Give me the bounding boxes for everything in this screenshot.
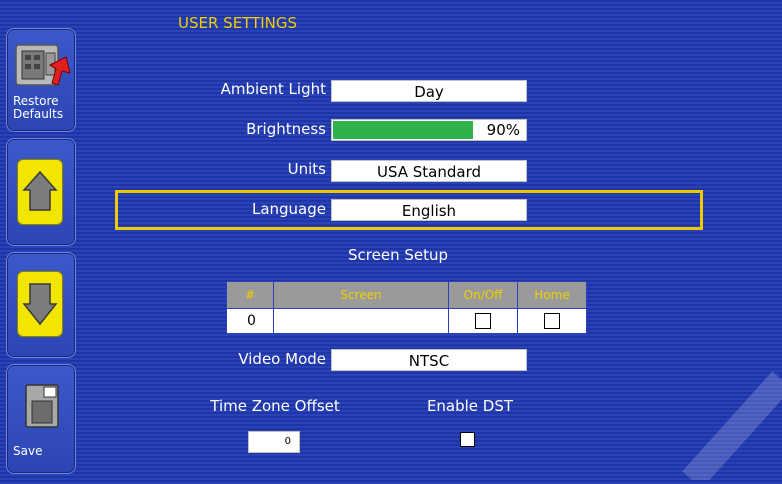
brightness-label: Brightness bbox=[246, 120, 326, 138]
watermark bbox=[632, 340, 782, 484]
sidebar: Restore Defaults Save bbox=[0, 0, 82, 480]
row-onoff-cell bbox=[448, 308, 518, 334]
video-mode-field[interactable]: NTSC bbox=[331, 349, 527, 371]
save-button[interactable]: Save bbox=[6, 364, 76, 474]
save-label: Save bbox=[13, 444, 43, 458]
on-off-checkbox[interactable] bbox=[475, 313, 491, 329]
screen-setup-table: # Screen On/Off Home 0 bbox=[226, 281, 587, 334]
table-row[interactable]: 0 bbox=[226, 308, 587, 334]
table-header-row: # Screen On/Off Home bbox=[226, 281, 587, 309]
row-screen[interactable] bbox=[273, 308, 449, 334]
time-zone-field[interactable]: 0 bbox=[248, 431, 300, 453]
restore-defaults-icon bbox=[15, 44, 71, 86]
brightness-slider[interactable]: 90% bbox=[331, 119, 527, 141]
time-zone-label: Time Zone Offset bbox=[210, 397, 340, 415]
brightness-fill bbox=[333, 121, 473, 139]
row-num: 0 bbox=[226, 308, 274, 334]
enable-dst-checkbox[interactable] bbox=[460, 432, 475, 447]
units-field[interactable]: USA Standard bbox=[331, 160, 527, 182]
col-home-header: Home bbox=[517, 281, 587, 309]
row-home-cell bbox=[517, 308, 587, 334]
arrow-up-icon bbox=[22, 170, 58, 211]
brightness-value: 90% bbox=[486, 121, 520, 139]
language-field[interactable]: English bbox=[331, 199, 527, 221]
home-checkbox[interactable] bbox=[544, 313, 560, 329]
scroll-down-button[interactable] bbox=[6, 252, 76, 358]
col-num-header: # bbox=[226, 281, 274, 309]
scroll-up-button[interactable] bbox=[6, 138, 76, 246]
down-pad bbox=[17, 271, 63, 337]
ambient-light-label: Ambient Light bbox=[220, 80, 326, 98]
restore-label-line2: Defaults bbox=[13, 107, 64, 121]
units-label: Units bbox=[287, 160, 326, 178]
language-label: Language bbox=[251, 200, 326, 218]
ambient-light-field[interactable]: Day bbox=[331, 80, 527, 102]
arrow-down-icon bbox=[22, 283, 58, 326]
page-title: USER SETTINGS bbox=[178, 14, 298, 32]
col-screen-header: Screen bbox=[273, 281, 449, 309]
enable-dst-label: Enable DST bbox=[426, 397, 514, 415]
screen-setup-title: Screen Setup bbox=[348, 246, 448, 264]
restore-defaults-button[interactable]: Restore Defaults bbox=[6, 28, 76, 132]
save-icon bbox=[25, 384, 59, 428]
video-mode-label: Video Mode bbox=[238, 350, 326, 368]
col-onoff-header: On/Off bbox=[448, 281, 518, 309]
up-pad bbox=[17, 159, 63, 225]
